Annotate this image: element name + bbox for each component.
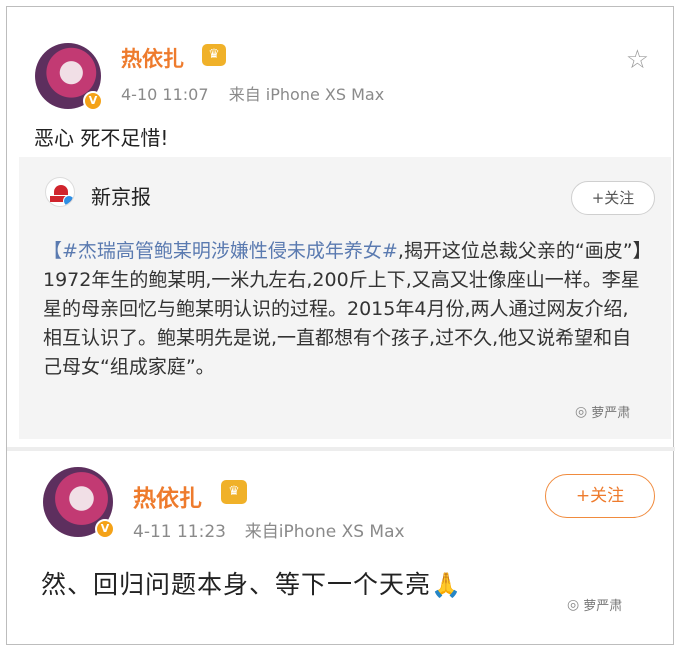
repost-body: 【#杰瑞高管鲍某明涉嫌性侵未成年养女#,揭开这位总裁父亲的“画皮”】1972年生… — [43, 237, 643, 382]
verified-v-icon: V — [83, 91, 103, 111]
post-meta: 4-10 11:07 来自 iPhone XS Max — [121, 81, 384, 105]
follow-button[interactable]: +关注 — [545, 474, 655, 518]
screenshot-frame: V 热依扎 ♛ 4-10 11:07 来自 iPhone XS Max ☆ 恶心… — [6, 6, 675, 645]
post-1: V 热依扎 ♛ 4-10 11:07 来自 iPhone XS Max ☆ 恶心… — [7, 7, 675, 447]
avatar[interactable]: V — [35, 43, 103, 111]
username[interactable]: 热依扎 — [121, 43, 184, 73]
follow-button[interactable]: +关注 — [571, 181, 655, 215]
watermark-text: 萝严肃 — [583, 599, 623, 614]
vip-crown-icon: ♛ — [221, 480, 247, 504]
post-time: 4-10 11:07 — [121, 85, 209, 104]
post-text: 然、回归问题本身、等下一个天亮🙏 — [41, 565, 462, 601]
repost-account-name[interactable]: 新京报 — [91, 181, 151, 210]
post-text-content: 然、回归问题本身、等下一个天亮 — [41, 570, 432, 599]
avatar[interactable]: V — [43, 467, 115, 539]
repost-card[interactable]: 新京报 +关注 【#杰瑞高管鲍某明涉嫌性侵未成年养女#,揭开这位总裁父亲的“画皮… — [19, 157, 671, 439]
verified-v-icon: V — [95, 519, 115, 539]
pray-icon: 🙏 — [431, 571, 462, 599]
star-outline-icon[interactable]: ☆ — [626, 45, 649, 75]
post-source: 来自 iPhone XS Max — [228, 85, 385, 104]
vip-crown-icon: ♛ — [202, 44, 226, 66]
watermark: ◎ 萝严肃 — [567, 595, 623, 615]
wechat-icon: ◎ — [567, 596, 580, 613]
watermark-text: 萝严肃 — [591, 406, 631, 421]
post-text: 恶心 死不足惜! — [34, 126, 169, 150]
verified-blue-icon — [63, 195, 74, 206]
username[interactable]: 热依扎 — [133, 479, 202, 513]
wechat-icon: ◎ — [575, 403, 588, 420]
newspaper-logo-icon[interactable] — [45, 177, 75, 207]
post-meta: 4-11 11:23 来自iPhone XS Max — [133, 517, 405, 542]
post-source: 来自iPhone XS Max — [244, 522, 405, 542]
post-time: 4-11 11:23 — [133, 522, 226, 542]
watermark: ◎ 萝严肃 — [575, 402, 631, 422]
hashtag-link[interactable]: 【#杰瑞高管鲍某明涉嫌性侵未成年养女# — [43, 240, 398, 262]
divider — [7, 447, 675, 451]
